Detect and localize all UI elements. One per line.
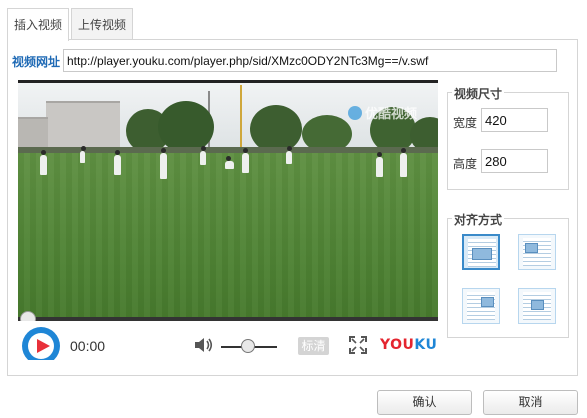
- video-url-input[interactable]: [63, 49, 557, 72]
- video-url-label: 视频网址: [12, 55, 61, 69]
- align-left-icon: [525, 243, 538, 253]
- video-size-legend: 视频尺寸: [452, 85, 505, 102]
- video-size-group: [447, 92, 569, 190]
- height-input[interactable]: [481, 149, 548, 173]
- tab-insert-video[interactable]: 插入视频: [7, 8, 69, 41]
- video-frame: 优酷视频: [18, 83, 438, 317]
- quality-button[interactable]: 标清: [298, 337, 329, 355]
- align-center-icon: [531, 300, 544, 310]
- tab-upload-video[interactable]: 上传视频: [71, 8, 133, 40]
- volume-icon[interactable]: [194, 336, 214, 354]
- youku-watermark: 优酷视频: [348, 103, 417, 122]
- player-controls: 00:00 标清 YOUKU: [18, 321, 438, 360]
- align-center-option[interactable]: [518, 288, 556, 324]
- fullscreen-icon[interactable]: [349, 336, 367, 354]
- play-icon[interactable]: [22, 327, 60, 360]
- youku-watermark-icon: [348, 106, 362, 120]
- volume-slider-handle[interactable]: [241, 339, 255, 353]
- align-right-icon: [481, 297, 494, 307]
- height-label: 高度: [453, 157, 478, 171]
- video-preview: 优酷视频 00:00 标清 YOUKU: [18, 80, 438, 360]
- youku-logo[interactable]: YOUKU: [380, 337, 437, 353]
- align-none-icon: [472, 248, 492, 260]
- align-left-option[interactable]: [518, 234, 556, 270]
- current-time: 00:00: [70, 338, 106, 354]
- grass-field: [18, 153, 438, 317]
- confirm-button[interactable]: 确认: [377, 390, 472, 415]
- align-none-option[interactable]: [462, 234, 500, 270]
- width-input[interactable]: [481, 108, 548, 132]
- align-right-option[interactable]: [462, 288, 500, 324]
- cancel-button[interactable]: 取消: [483, 390, 578, 415]
- width-label: 宽度: [453, 116, 478, 130]
- alignment-legend: 对齐方式: [452, 211, 505, 228]
